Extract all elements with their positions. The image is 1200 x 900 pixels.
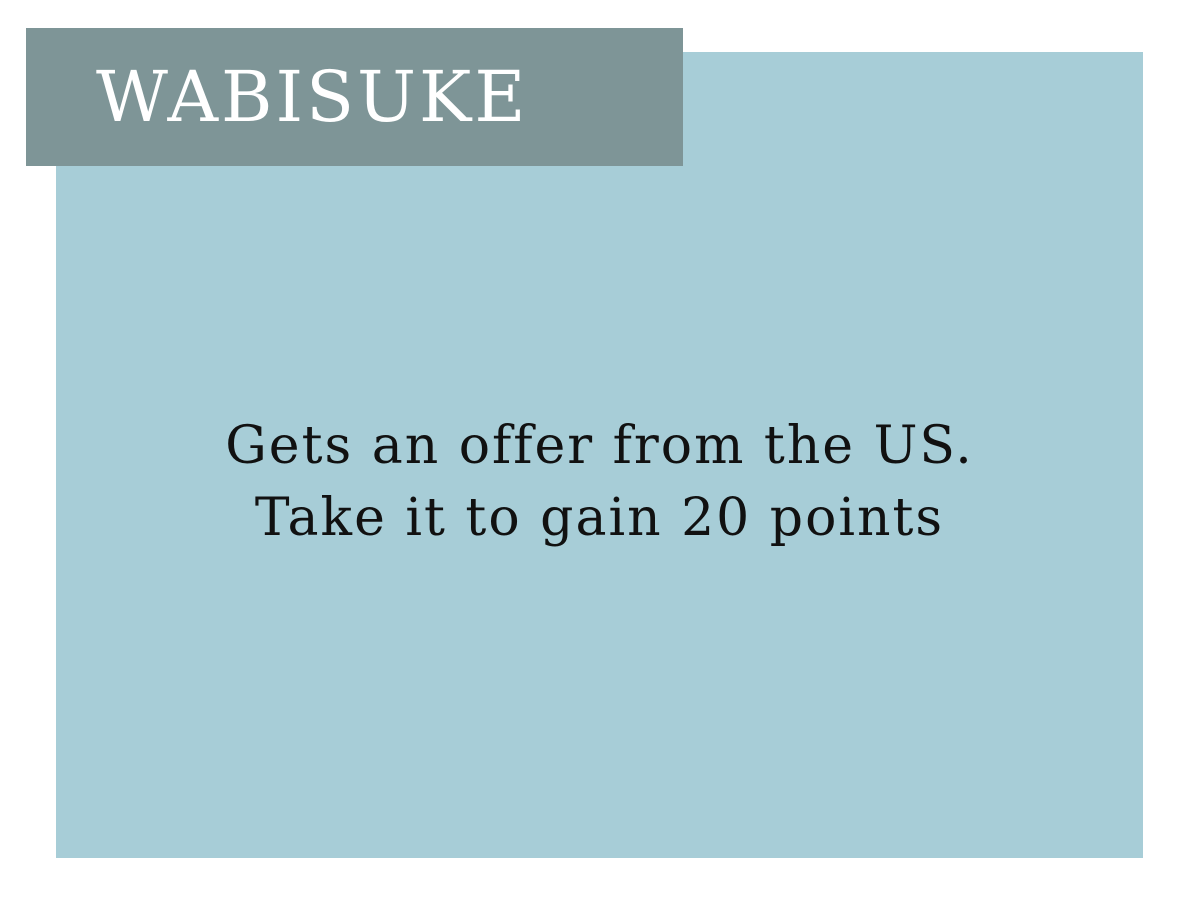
card-description-line: Gets an offer from the US. — [225, 416, 974, 476]
card-description-line: Take it to gain 20 points — [254, 488, 945, 548]
card-title: WABISUKE — [96, 56, 529, 138]
card-description: Gets an offer from the US. Take it to ga… — [56, 410, 1143, 554]
card-title-banner: WABISUKE — [26, 28, 683, 166]
